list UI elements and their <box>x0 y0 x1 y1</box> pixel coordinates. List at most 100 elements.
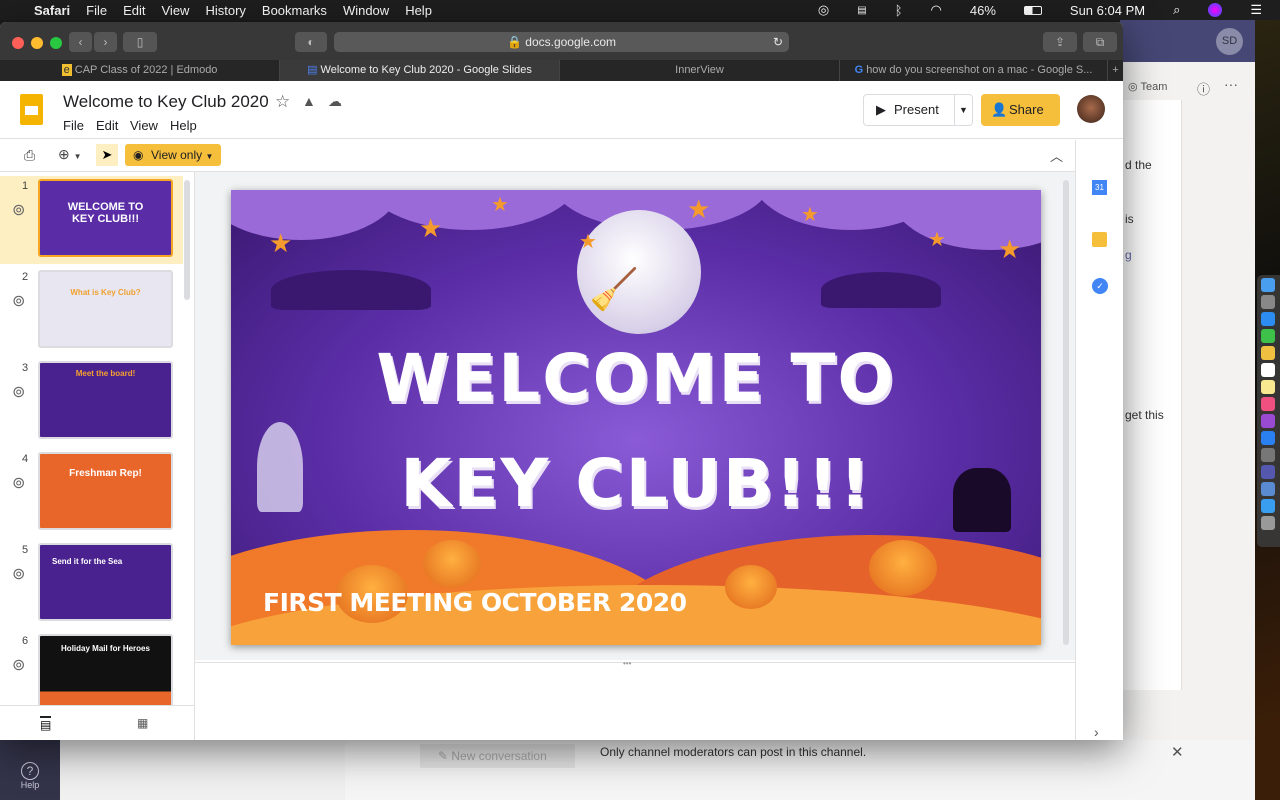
tab-innerview[interactable]: InnerView <box>560 60 840 81</box>
slide-thumbnail-5[interactable]: 5 ⊚ Send it for the Sea <box>0 540 183 628</box>
messages-icon[interactable] <box>1261 499 1275 513</box>
menu-view[interactable]: View <box>130 118 158 133</box>
trash-icon[interactable] <box>1261 516 1275 530</box>
tab-google-slides[interactable]: ▤ Welcome to Key Club 2020 - Google Slid… <box>280 60 560 81</box>
launchpad-icon[interactable] <box>1261 295 1275 309</box>
message-snippet: d the <box>1125 158 1152 172</box>
clock[interactable]: Sun 6:04 PM <box>1070 3 1145 18</box>
new-tab-button[interactable]: + <box>1108 60 1123 81</box>
document-title[interactable]: Welcome to Key Club 2020 <box>63 92 269 112</box>
privacy-shield-icon[interactable]: ◐ <box>295 32 327 52</box>
tab-edmodo[interactable]: e CAP Class of 2022 | Edmodo <box>0 60 280 81</box>
photos-icon[interactable] <box>1261 346 1275 360</box>
forward-button[interactable]: › <box>94 32 117 52</box>
menu-view[interactable]: View <box>162 3 190 18</box>
slide-thumbnail-1[interactable]: 1 ⊚ WELCOME TO KEY CLUB!!! <box>0 176 183 264</box>
safari-icon[interactable] <box>1261 312 1275 326</box>
present-dropdown[interactable]: ▼ <box>954 95 972 125</box>
notes-resize-handle[interactable]: ••• <box>623 659 631 668</box>
teams-icon[interactable] <box>1261 465 1275 479</box>
teams-avatar[interactable]: SD <box>1216 28 1243 55</box>
thumbnail-title: Holiday Mail for Heroes <box>38 634 173 705</box>
back-button[interactable]: ‹ <box>69 32 92 52</box>
minimize-window-button[interactable] <box>31 37 43 49</box>
siri-icon[interactable] <box>1208 3 1223 17</box>
slide-title-line-2: KEY CLUB!!! <box>400 445 872 522</box>
move-to-drive-icon[interactable]: ▲ <box>302 93 316 109</box>
speaker-notes[interactable]: ••• <box>195 659 1075 740</box>
side-panel: 31 ✓ › <box>1075 140 1123 740</box>
filmstrip-view-icon[interactable]: ▤ <box>40 716 52 732</box>
menu-edit[interactable]: Edit <box>123 3 145 18</box>
podcasts-icon[interactable] <box>1261 414 1275 428</box>
print-icon[interactable]: ⎙ <box>24 147 35 164</box>
sidebar-toggle-icon[interactable]: ▯ <box>123 32 157 52</box>
slides-logo-icon[interactable] <box>20 94 43 125</box>
help-label[interactable]: Help <box>0 780 60 790</box>
slide-thumbnail-6[interactable]: 6 ⊚ Holiday Mail for Heroes <box>0 631 183 705</box>
wifi-icon[interactable]: ◠ <box>931 2 942 18</box>
system-preferences-icon[interactable] <box>1261 448 1275 462</box>
calendar-app-icon[interactable] <box>1261 363 1275 377</box>
menu-help[interactable]: Help <box>405 3 432 18</box>
finder-icon[interactable] <box>1261 278 1275 292</box>
menu-bookmarks[interactable]: Bookmarks <box>262 3 327 18</box>
notes-icon[interactable] <box>1261 380 1275 394</box>
help-icon[interactable]: ? <box>21 762 39 780</box>
menu-file[interactable]: File <box>63 118 84 133</box>
menu-window[interactable]: Window <box>343 3 389 18</box>
slide-thumbnail-3[interactable]: 3 ⊚ Meet the board! <box>0 358 183 446</box>
reload-icon[interactable]: ↻ <box>773 32 783 52</box>
slide-thumbnail-2[interactable]: 2 ⊚ What is Key Club? <box>0 267 183 355</box>
creative-cloud-icon[interactable]: ◎ <box>818 2 829 18</box>
facetime-icon[interactable] <box>1261 329 1275 343</box>
calendar-icon[interactable]: 31 <box>1092 180 1107 195</box>
expand-panel-icon[interactable]: › <box>1094 724 1099 740</box>
close-icon[interactable]: ✕ <box>1171 743 1184 761</box>
zoom-window-button[interactable] <box>50 37 62 49</box>
view-only-button[interactable]: ◉ View only ▼ <box>125 144 221 166</box>
menu-safari[interactable]: Safari <box>34 3 70 18</box>
share-icon[interactable]: ⇪ <box>1043 32 1077 52</box>
close-window-button[interactable] <box>12 37 24 49</box>
star-icon[interactable]: ☆ <box>275 92 290 112</box>
collapse-chevron-icon[interactable]: ︿ <box>1050 146 1063 165</box>
more-icon[interactable]: ··· <box>1224 76 1238 92</box>
notification-center-icon[interactable]: ☰ <box>1250 2 1262 18</box>
tasks-icon[interactable]: ✓ <box>1092 278 1108 294</box>
slide-number: 2 <box>22 271 29 283</box>
message-link[interactable]: g <box>1125 248 1132 262</box>
preview-icon[interactable] <box>1261 482 1275 496</box>
bluetooth-icon[interactable]: ᛒ <box>895 3 903 18</box>
select-cursor-icon[interactable]: ➤ <box>96 144 118 166</box>
slide-subtitle: FIRST MEETING OCTOBER 2020 <box>263 588 687 617</box>
menu-help[interactable]: Help <box>170 118 197 133</box>
battery-icon[interactable] <box>1023 5 1042 15</box>
menu-history[interactable]: History <box>205 3 245 18</box>
main-slide[interactable]: 🧹 ★ ★ ★ ★ ★ ★ ★ ★ WELCOME TO KEY CLUB!!!… <box>231 190 1041 645</box>
keep-icon[interactable] <box>1092 232 1107 247</box>
info-icon[interactable]: ⓘ <box>1197 79 1210 98</box>
tab-overview-icon[interactable]: ⧉ <box>1083 32 1117 52</box>
share-button[interactable]: 👤 Share <box>981 94 1060 126</box>
app-store-icon[interactable] <box>1261 431 1275 445</box>
spotlight-icon[interactable]: ⌕ <box>1173 2 1180 18</box>
address-bar[interactable]: 🔒 docs.google.com ↻ <box>334 32 789 52</box>
new-conversation-button[interactable]: ✎ New conversation <box>420 744 575 768</box>
battery-percent[interactable]: 46% <box>970 3 996 18</box>
zoom-icon[interactable]: ⊕ ▼ <box>58 146 82 163</box>
menu-edit[interactable]: Edit <box>96 118 118 133</box>
canvas-scrollbar[interactable] <box>1063 180 1069 645</box>
filmstrip-scrollbar[interactable] <box>184 180 190 300</box>
grid-view-icon[interactable]: ▦ <box>137 716 148 730</box>
flag-icon[interactable]: ▤ <box>857 5 866 16</box>
present-button[interactable]: ▶ Present ▼ <box>863 94 973 126</box>
music-icon[interactable] <box>1261 397 1275 411</box>
team-button[interactable]: ◎ Team <box>1128 80 1167 93</box>
star-icon: ★ <box>579 231 597 253</box>
user-avatar[interactable] <box>1077 95 1105 123</box>
tab-google-search[interactable]: G how do you screenshot on a mac - Googl… <box>840 60 1108 81</box>
slide-thumbnail-4[interactable]: 4 ⊚ Freshman Rep! <box>0 449 183 537</box>
cloud-status-icon[interactable]: ☁ <box>328 93 342 110</box>
menu-file[interactable]: File <box>86 3 107 18</box>
